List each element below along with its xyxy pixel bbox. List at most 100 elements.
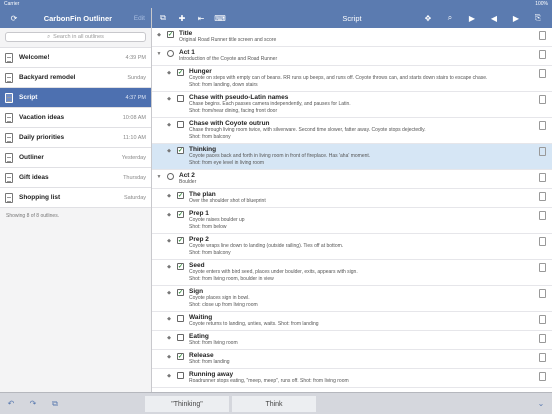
sidebar-item[interactable]: Outliner Yesterday xyxy=(0,147,151,167)
bullet-icon[interactable]: ◆ xyxy=(164,314,174,322)
outline-row[interactable]: ◆ ✓ Prep 1 Coyote raises boulder up Shot: fr… xyxy=(152,208,552,234)
outline-row[interactable]: ◆ Eating Shot: from living room xyxy=(152,331,552,350)
note-icon[interactable] xyxy=(539,31,546,40)
sidebar-item[interactable]: Vacation ideas 10:08 AM xyxy=(0,107,151,127)
outline-row[interactable]: ◆ Waiting Coyote returns to landing, untie… xyxy=(152,312,552,331)
bullet-icon[interactable]: ◆ xyxy=(164,352,174,360)
move-icon[interactable]: ✥ xyxy=(420,10,436,26)
row-note: Coyote wraps line down to landing (outsi… xyxy=(189,243,344,249)
outline-row[interactable]: ◆ ✓ Hunger Coyote on steps with empty can o… xyxy=(152,66,552,92)
document-icon xyxy=(5,152,13,163)
note-icon[interactable] xyxy=(539,237,546,246)
outline-row[interactable]: ◆ Chase with Coyote outrun Chase through l… xyxy=(152,118,552,144)
sidebar-item[interactable]: Daily priorities 11:10 AM xyxy=(0,127,151,147)
note-icon[interactable] xyxy=(539,50,546,59)
bullet-icon[interactable]: ◆ xyxy=(164,94,174,102)
search-input[interactable]: ⌕ Search in all outlines xyxy=(5,32,146,42)
bullet-icon[interactable]: ◆ xyxy=(164,371,174,379)
bullet-icon[interactable]: ◆ xyxy=(164,288,174,296)
checked-icon[interactable]: ✓ xyxy=(177,353,184,360)
outline-row[interactable]: ▼ Act 1 Introduction of the Coyote and Roa… xyxy=(152,47,552,66)
indent-add-icon[interactable]: ✚ xyxy=(174,10,190,26)
sidebar-item[interactable]: Backyard remodel Sunday xyxy=(0,67,151,87)
checked-icon[interactable]: ✓ xyxy=(177,263,184,270)
outdent-icon[interactable]: ⇤ xyxy=(193,10,209,26)
bullet-icon[interactable]: ◆ xyxy=(164,68,174,76)
clock-icon[interactable] xyxy=(167,50,174,57)
checkbox[interactable] xyxy=(177,334,184,341)
bullet-icon[interactable]: ◆ xyxy=(164,120,174,128)
outline-row[interactable]: ◆ ✓ Title Original Road Runner title screen… xyxy=(152,28,552,47)
outline-row[interactable]: ▼ Act 2 Boulder xyxy=(152,170,552,189)
redo-icon[interactable]: ↷ xyxy=(22,399,44,408)
bullet-icon[interactable]: ◆ xyxy=(164,262,174,270)
clipboard-icon[interactable]: ⧉ xyxy=(44,399,66,409)
note-icon[interactable] xyxy=(539,372,546,381)
outline-row[interactable]: ◆ ✓ Sign Coyote places sign in bowl. Shot: c… xyxy=(152,286,552,312)
copy-icon[interactable]: ⧉ xyxy=(155,10,171,26)
checkbox[interactable] xyxy=(177,372,184,379)
note-icon[interactable] xyxy=(539,263,546,272)
note-icon[interactable] xyxy=(539,334,546,343)
outline-row[interactable]: ◆ ✓ Seed Coyote enters with bird seed, plac… xyxy=(152,260,552,286)
checked-icon[interactable]: ✓ xyxy=(167,31,174,38)
play-icon[interactable]: ▶ xyxy=(464,10,480,26)
note-icon[interactable] xyxy=(539,147,546,156)
chevron-down-icon[interactable]: ⌄ xyxy=(530,399,552,408)
next-icon[interactable]: ▶ xyxy=(508,10,524,26)
outline-name: Gift ideas xyxy=(19,174,49,181)
note-icon[interactable] xyxy=(539,315,546,324)
disclosure-icon[interactable]: ▼ xyxy=(154,49,164,57)
checked-icon[interactable]: ✓ xyxy=(177,192,184,199)
row-title: Running away xyxy=(189,371,234,378)
row-note: Original Road Runner title screen and sc… xyxy=(179,37,277,43)
refresh-icon[interactable]: ⟳ xyxy=(6,10,22,26)
note-icon[interactable] xyxy=(539,173,546,182)
note-icon[interactable] xyxy=(539,192,546,201)
checked-icon[interactable]: ✓ xyxy=(177,69,184,76)
checkbox[interactable] xyxy=(177,315,184,322)
outline-row[interactable]: ◆ Running away Roadrunner stops eating, "m… xyxy=(152,369,552,388)
checked-icon[interactable]: ✓ xyxy=(177,289,184,296)
suggestion-1[interactable]: "Thinking" xyxy=(145,396,229,412)
bullet-icon[interactable]: ◆ xyxy=(164,236,174,244)
note-icon[interactable] xyxy=(539,211,546,220)
outline-row[interactable]: ◆ ✓ The plan Over the shoulder shot of blue… xyxy=(152,189,552,208)
bullet-icon[interactable]: ◆ xyxy=(164,210,174,218)
checked-icon[interactable]: ✓ xyxy=(177,237,184,244)
sidebar-item[interactable]: Script 4:37 PM xyxy=(0,87,151,107)
disclosure-icon[interactable]: ▼ xyxy=(154,172,164,180)
bullet-icon[interactable]: ◆ xyxy=(154,30,164,38)
share-icon[interactable]: ⎘ xyxy=(530,10,546,26)
keyboard-icon[interactable]: ⌨ xyxy=(212,10,228,26)
outline-row[interactable]: ◆ ✓ Thinking Coyote paces back and forth in… xyxy=(152,144,552,170)
undo-icon[interactable]: ↶ xyxy=(0,399,22,408)
edit-button[interactable]: Edit xyxy=(134,15,145,22)
checkbox[interactable] xyxy=(177,121,184,128)
note-icon[interactable] xyxy=(539,121,546,130)
note-icon[interactable] xyxy=(539,95,546,104)
checked-icon[interactable]: ✓ xyxy=(177,147,184,154)
row-note: Shot: close up from living room xyxy=(189,302,258,308)
note-icon[interactable] xyxy=(539,289,546,298)
outline-row[interactable]: ◆ Chase with pseudo-Latin names Chase begi… xyxy=(152,92,552,118)
bullet-icon[interactable]: ◆ xyxy=(164,191,174,199)
search-icon[interactable]: ⌕ xyxy=(442,10,458,26)
outline-row[interactable]: ◆ ✓ Release Shot: from landing xyxy=(152,350,552,369)
suggestion-2[interactable]: Think xyxy=(232,396,316,412)
checkbox[interactable] xyxy=(177,95,184,102)
outline-row[interactable]: ◆ ✓ Prep 2 Coyote wraps line down to landin… xyxy=(152,234,552,260)
checked-icon[interactable]: ✓ xyxy=(177,211,184,218)
sidebar-item[interactable]: Welcome! 4:39 PM xyxy=(0,47,151,67)
note-icon[interactable] xyxy=(539,69,546,78)
outline-date: 11:10 AM xyxy=(123,134,146,141)
bullet-icon[interactable]: ◆ xyxy=(164,146,174,154)
bullet-icon[interactable]: ◆ xyxy=(164,333,174,341)
sidebar-item[interactable]: Gift ideas Thursday xyxy=(0,167,151,187)
prev-icon[interactable]: ◀ xyxy=(486,10,502,26)
note-icon[interactable] xyxy=(539,353,546,362)
outline-date: 4:39 PM xyxy=(125,54,146,61)
clock-icon[interactable] xyxy=(167,173,174,180)
status-bar: Carrier 100% xyxy=(0,0,552,8)
sidebar-item[interactable]: Shopping list Saturday xyxy=(0,187,151,207)
